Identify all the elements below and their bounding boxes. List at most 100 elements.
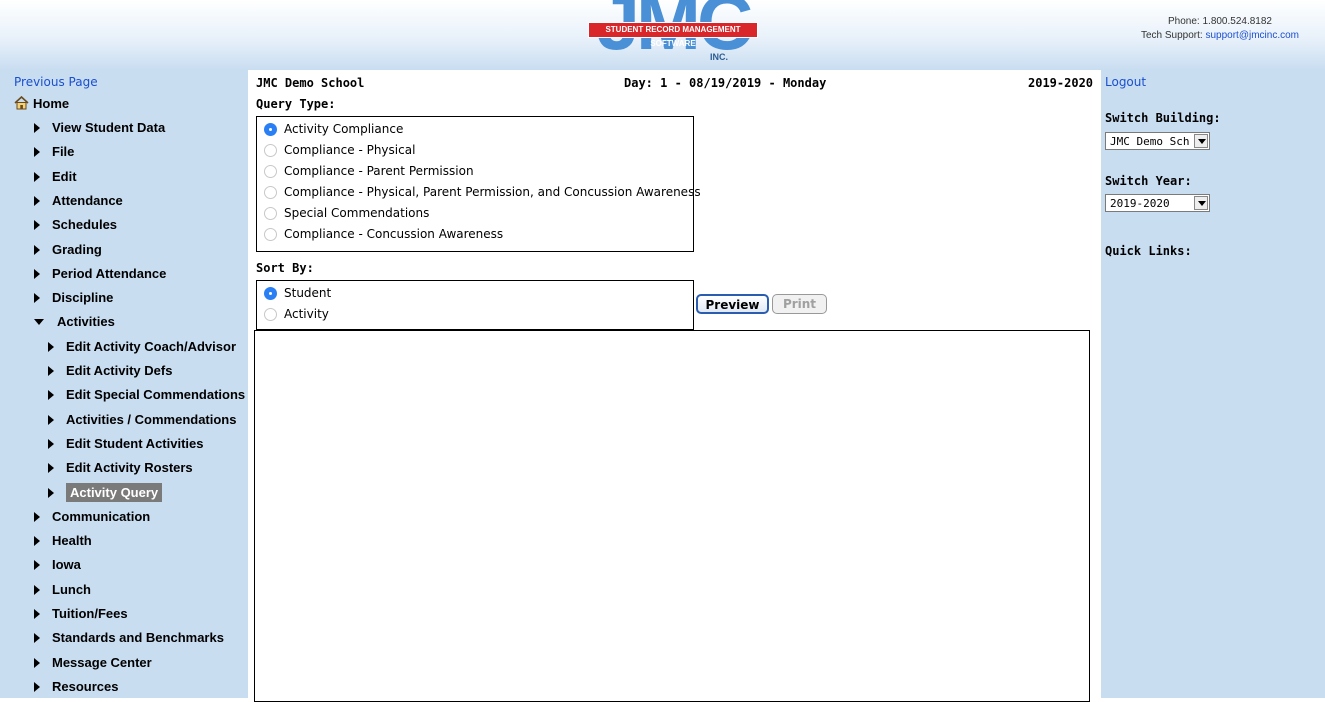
home-link[interactable]: Home — [14, 95, 70, 111]
caret-right-icon — [34, 244, 40, 255]
sidebar-item-activity-query[interactable]: Activity Query — [48, 482, 163, 504]
sidebar-item-label: Edit Student Activities — [66, 435, 204, 451]
school-year: 2019-2020 — [1028, 76, 1094, 90]
sort-by-label: Sort By: — [256, 261, 314, 275]
sidebar-item-edit[interactable]: Edit — [34, 166, 77, 188]
sidebar-item-label: Health — [52, 533, 92, 549]
sidebar-item-label: File — [52, 144, 75, 160]
sidebar-item-edit-special-commendations[interactable]: Edit Special Commendations — [48, 384, 245, 406]
chevron-down-icon — [1194, 134, 1208, 148]
query-type-label: Query Type: — [256, 97, 336, 111]
building-select[interactable]: JMC Demo Sch — [1105, 132, 1210, 150]
sidebar-item-activities-commendations[interactable]: Activities / Commendations — [48, 409, 236, 431]
query-type-radio[interactable] — [264, 186, 277, 199]
caret-right-icon — [34, 511, 40, 522]
caret-right-icon — [34, 633, 40, 644]
sidebar-item-communication[interactable]: Communication — [34, 506, 150, 528]
sidebar-item-label: Communication — [52, 508, 151, 524]
caret-right-icon — [48, 366, 54, 376]
sidebar-item-label: Standards and Benchmarks — [52, 630, 224, 646]
sidebar-item-standards-and-benchmarks[interactable]: Standards and Benchmarks — [34, 627, 224, 649]
home-label: Home — [33, 96, 70, 111]
sidebar-item-label: Activity Query — [66, 482, 163, 502]
school-name: JMC Demo School — [256, 76, 365, 90]
sidebar-item-label: View Student Data — [52, 120, 166, 135]
query-type-radio[interactable] — [264, 207, 277, 220]
query-type-group: Activity Compliance Compliance - Physical… — [256, 116, 701, 252]
sidebar-item-label: Edit Activity Defs — [66, 363, 173, 378]
sidebar-item-label: Period Attendance — [52, 265, 167, 281]
year-select-value: 2019-2020 — [1110, 197, 1170, 210]
query-type-option[interactable]: Activity Compliance — [257, 119, 693, 140]
query-type-option[interactable]: Compliance - Concussion Awareness — [257, 224, 693, 245]
sidebar-item-activities[interactable]: Activities — [34, 311, 115, 333]
query-type-option-label: Special Commendations — [284, 206, 430, 220]
switch-building-label: Switch Building: — [1105, 111, 1221, 125]
query-type-option[interactable]: Special Commendations — [257, 203, 693, 224]
query-type-option-label: Compliance - Physical — [284, 143, 416, 157]
sidebar-item-edit-activity-coach-advisor[interactable]: Edit Activity Coach/Advisor — [48, 336, 236, 358]
support-email-link[interactable]: support@jmcinc.com — [1205, 30, 1299, 41]
year-select[interactable]: 2019-2020 — [1105, 194, 1210, 212]
sidebar-item-edit-student-activities[interactable]: Edit Student Activities — [48, 433, 203, 455]
query-type-option[interactable]: Compliance - Physical, Parent Permission… — [257, 182, 701, 203]
preview-button[interactable]: Preview — [696, 294, 769, 314]
sidebar-item-label: Tuition/Fees — [52, 606, 128, 621]
print-button[interactable]: Print — [772, 294, 827, 314]
query-type-option[interactable]: Compliance - Physical — [257, 140, 693, 161]
caret-right-icon — [34, 560, 40, 571]
support-label: Tech Support: — [1140, 30, 1203, 41]
sidebar-item-schedules[interactable]: Schedules — [34, 214, 117, 236]
caret-down-icon — [34, 319, 44, 326]
query-type-radio[interactable] — [264, 123, 277, 136]
sidebar-item-tuition-fees[interactable]: Tuition/Fees — [34, 603, 128, 625]
caret-right-icon — [48, 438, 54, 449]
previous-page-link[interactable]: Previous Page — [14, 75, 98, 89]
logo-banner: STUDENT RECORD MANAGEMENT SOFTWARE — [588, 22, 758, 48]
query-type-radio[interactable] — [264, 165, 277, 178]
logout-link[interactable]: Logout — [1105, 75, 1146, 89]
sidebar-item-view-student-data[interactable]: View Student Data — [34, 117, 165, 139]
sort-by-radio[interactable] — [264, 308, 277, 321]
sidebar-item-label: Edit — [52, 168, 77, 184]
sidebar-item-message-center[interactable]: Message Center — [34, 652, 152, 674]
caret-right-icon — [34, 268, 40, 279]
sort-by-group: Student Activity — [256, 280, 694, 330]
sort-by-radio[interactable] — [264, 287, 277, 300]
sidebar-item-grading[interactable]: Grading — [34, 239, 102, 261]
sidebar-item-iowa[interactable]: Iowa — [34, 554, 81, 576]
caret-right-icon — [48, 390, 54, 401]
sidebar-item-period-attendance[interactable]: Period Attendance — [34, 263, 166, 285]
caret-right-icon — [48, 487, 54, 498]
query-type-radio[interactable] — [264, 144, 277, 157]
caret-right-icon — [48, 414, 54, 425]
query-type-option-label: Compliance - Parent Permission — [284, 164, 474, 178]
query-type-option-label: Compliance - Physical, Parent Permission… — [284, 185, 701, 199]
sidebar-item-label: Grading — [52, 241, 102, 257]
query-type-radio[interactable] — [264, 228, 277, 241]
sidebar-item-health[interactable]: Health — [34, 530, 92, 552]
sidebar-item-file[interactable]: File — [34, 141, 74, 163]
caret-right-icon — [34, 609, 40, 619]
sidebar-item-resources[interactable]: Resources — [34, 676, 118, 698]
phone-text: Phone: 1.800.524.8182 — [1168, 16, 1272, 27]
sidebar-item-discipline[interactable]: Discipline — [34, 287, 113, 309]
caret-right-icon — [34, 171, 40, 182]
caret-right-icon — [34, 657, 40, 668]
sidebar-item-edit-activity-rosters[interactable]: Edit Activity Rosters — [48, 457, 193, 479]
sort-by-option[interactable]: Student — [257, 283, 693, 304]
caret-right-icon — [34, 220, 40, 231]
sidebar-item-attendance[interactable]: Attendance — [34, 190, 123, 212]
caret-right-icon — [34, 293, 40, 304]
sort-by-option[interactable]: Activity — [257, 304, 693, 325]
sidebar-item-lunch[interactable]: Lunch — [34, 579, 91, 601]
sidebar-item-label: Lunch — [52, 581, 91, 597]
sidebar-item-edit-activity-defs[interactable]: Edit Activity Defs — [48, 360, 172, 382]
caret-right-icon — [34, 123, 40, 133]
support-line: Tech Support: support@jmcinc.com — [1141, 29, 1299, 43]
sidebar-item-label: Discipline — [52, 290, 114, 306]
page-header: JMC STUDENT RECORD MANAGEMENT SOFTWARE I… — [0, 0, 1325, 70]
query-type-option[interactable]: Compliance - Parent Permission — [257, 161, 693, 182]
sidebar-item-label: Edit Activity Rosters — [66, 460, 193, 476]
sidebar-item-label: Attendance — [52, 192, 123, 208]
